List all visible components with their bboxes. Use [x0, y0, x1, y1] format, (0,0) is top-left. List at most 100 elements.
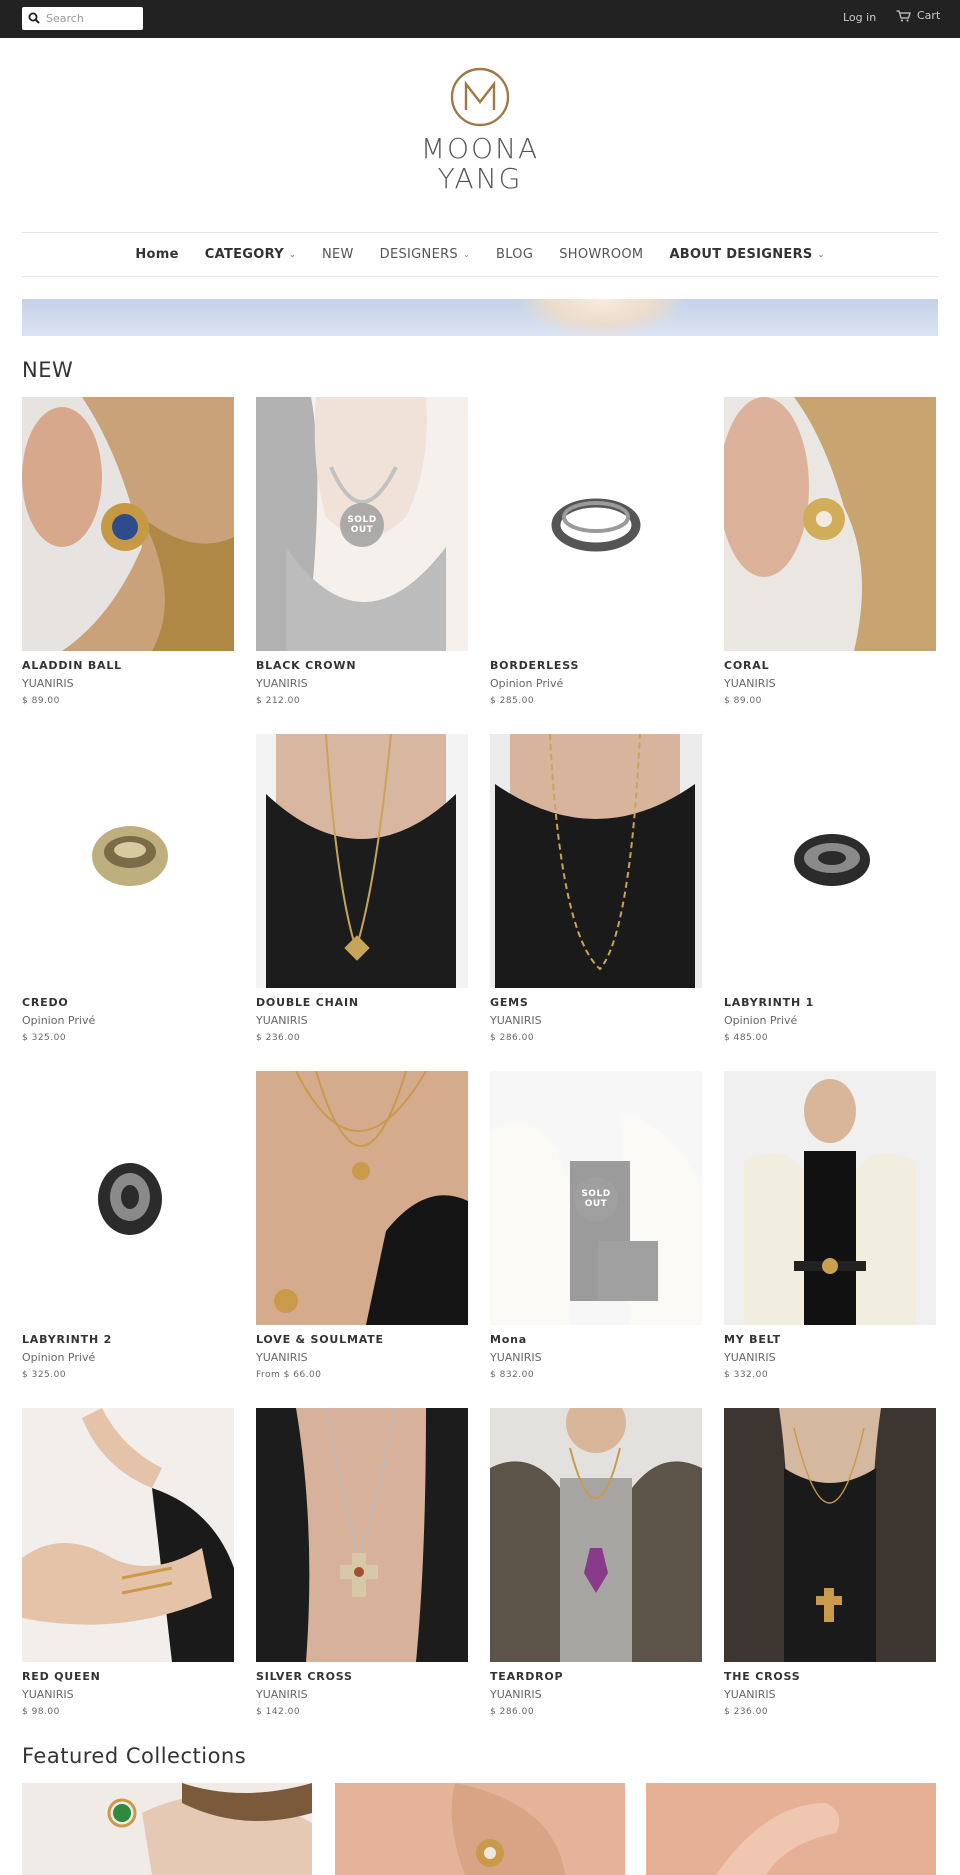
product-vendor: YUANIRIS: [490, 1688, 542, 1701]
product-card[interactable]: MY BELT YUANIRIS $ 332.00: [724, 1071, 936, 1380]
product-card[interactable]: THE CROSS YUANIRIS $ 236.00: [724, 1408, 936, 1717]
product-name[interactable]: CORAL: [724, 659, 936, 672]
collection-card[interactable]: [646, 1783, 936, 1875]
product-name[interactable]: THE CROSS: [724, 1670, 936, 1683]
product-name[interactable]: RED QUEEN: [22, 1670, 234, 1683]
product-image[interactable]: [724, 1408, 936, 1662]
login-link[interactable]: Log in: [843, 11, 876, 24]
cart-icon: [896, 9, 911, 21]
product-card[interactable]: CREDO Opinion Privé $ 325.00: [22, 734, 234, 1043]
product-price: $ 236.00: [724, 1707, 769, 1717]
site-logo[interactable]: MOONA YANG: [380, 66, 580, 206]
product-name[interactable]: BORDERLESS: [490, 659, 702, 672]
search-icon: [28, 12, 40, 24]
product-vendor: YUANIRIS: [724, 1351, 776, 1364]
product-image[interactable]: [490, 397, 702, 651]
main-navigation: Home CATEGORY ⌄ NEW DESIGNERS ⌄ BLOG SHOWR…: [22, 232, 938, 277]
product-name[interactable]: LABYRINTH 1: [724, 996, 936, 1009]
product-vendor: YUANIRIS: [490, 1014, 542, 1027]
product-name[interactable]: MY BELT: [724, 1333, 936, 1346]
product-image[interactable]: SOLD OUT: [256, 397, 468, 651]
product-name[interactable]: TEARDROP: [490, 1670, 702, 1683]
product-image[interactable]: [22, 1071, 234, 1325]
product-vendor: YUANIRIS: [490, 1351, 542, 1364]
product-price: $ 89.00: [724, 696, 762, 706]
collection-card[interactable]: [22, 1783, 312, 1875]
hero-banner[interactable]: [22, 299, 938, 336]
product-card[interactable]: SOLD OUT BLACK CROWN YUANIRIS $ 212.00: [256, 397, 468, 706]
product-name[interactable]: SILVER CROSS: [256, 1670, 468, 1683]
product-name[interactable]: ALADDIN BALL: [22, 659, 234, 672]
nav-item-category[interactable]: CATEGORY ⌄: [205, 247, 296, 262]
product-name[interactable]: DOUBLE CHAIN: [256, 996, 468, 1009]
product-image[interactable]: [490, 1408, 702, 1662]
nav-item-about-designers[interactable]: ABOUT DESIGNERS ⌄: [669, 247, 824, 262]
product-vendor: YUANIRIS: [256, 1014, 308, 1027]
product-image[interactable]: [490, 734, 702, 988]
nav-item-designers[interactable]: DESIGNERS ⌄: [380, 247, 470, 262]
product-vendor: Opinion Privé: [490, 677, 564, 690]
product-vendor: YUANIRIS: [256, 677, 308, 690]
product-image[interactable]: [22, 397, 234, 651]
product-card[interactable]: LABYRINTH 1 Opinion Privé $ 485.00: [724, 734, 936, 1043]
product-price: $ 832.00: [490, 1370, 535, 1380]
top-bar: Log in Cart: [0, 0, 960, 38]
product-image[interactable]: [724, 734, 936, 988]
product-card[interactable]: CORAL YUANIRIS $ 89.00: [724, 397, 936, 706]
product-image[interactable]: [256, 1071, 468, 1325]
product-name[interactable]: LABYRINTH 2: [22, 1333, 234, 1346]
collection-card[interactable]: [335, 1783, 625, 1875]
collection-image: [22, 1783, 312, 1875]
product-price: $ 98.00: [22, 1707, 60, 1717]
product-name[interactable]: LOVE & SOULMATE: [256, 1333, 468, 1346]
product-card[interactable]: LABYRINTH 2 Opinion Privé $ 325.00: [22, 1071, 234, 1380]
logo-monogram-icon: [450, 67, 510, 127]
product-image[interactable]: [724, 1071, 936, 1325]
nav-item-showroom[interactable]: SHOWROOM: [559, 247, 643, 262]
featured-collections-title: Featured Collections: [22, 1744, 247, 1768]
product-name[interactable]: BLACK CROWN: [256, 659, 468, 672]
product-price: From $ 66.00: [256, 1370, 322, 1380]
product-vendor: Opinion Privé: [22, 1014, 96, 1027]
product-price: $ 485.00: [724, 1033, 769, 1043]
product-name[interactable]: Mona: [490, 1333, 702, 1346]
product-vendor: YUANIRIS: [724, 677, 776, 690]
nav-item-new[interactable]: NEW: [322, 247, 354, 262]
product-image[interactable]: [22, 1408, 234, 1662]
product-card[interactable]: GEMS YUANIRIS $ 286.00: [490, 734, 702, 1043]
search-input[interactable]: [46, 9, 138, 28]
product-card[interactable]: BORDERLESS Opinion Privé $ 285.00: [490, 397, 702, 706]
nav-label: BLOG: [495, 247, 534, 262]
product-vendor: YUANIRIS: [724, 1688, 776, 1701]
product-name[interactable]: CREDO: [22, 996, 234, 1009]
product-vendor: YUANIRIS: [256, 1688, 308, 1701]
product-card[interactable]: TEARDROP YUANIRIS $ 286.00: [490, 1408, 702, 1717]
product-name[interactable]: GEMS: [490, 996, 702, 1009]
product-image[interactable]: SOLD OUT: [490, 1071, 702, 1325]
product-card[interactable]: ALADDIN BALL YUANIRIS $ 89.00: [22, 397, 234, 706]
product-price: $ 325.00: [22, 1370, 67, 1380]
nav-item-blog[interactable]: BLOG: [496, 247, 533, 262]
product-price: $ 212.00: [256, 696, 301, 706]
chevron-down-icon: ⌄: [288, 250, 296, 259]
product-card[interactable]: SILVER CROSS YUANIRIS $ 142.00: [256, 1408, 468, 1717]
chevron-down-icon: ⌄: [462, 250, 470, 259]
product-image[interactable]: [22, 734, 234, 988]
nav-item-home[interactable]: Home: [135, 247, 178, 262]
product-image[interactable]: [256, 734, 468, 988]
product-card[interactable]: SOLD OUT Mona YUANIRIS $ 832.00: [490, 1071, 702, 1380]
product-price: $ 236.00: [256, 1033, 301, 1043]
cart-link[interactable]: Cart: [896, 9, 940, 22]
product-card[interactable]: LOVE & SOULMATE YUANIRIS From $ 66.00: [256, 1071, 468, 1380]
product-card[interactable]: RED QUEEN YUANIRIS $ 98.00: [22, 1408, 234, 1717]
product-price: $ 286.00: [490, 1033, 535, 1043]
product-image[interactable]: [724, 397, 936, 651]
product-image[interactable]: [256, 1408, 468, 1662]
product-price: $ 142.00: [256, 1707, 301, 1717]
nav-label: NEW: [321, 247, 354, 262]
sold-out-badge: SOLD OUT: [574, 1177, 618, 1221]
banner-model-image: [522, 299, 682, 336]
product-card[interactable]: DOUBLE CHAIN YUANIRIS $ 236.00: [256, 734, 468, 1043]
search-box[interactable]: [22, 7, 143, 30]
logo-line-1: MOONA: [420, 132, 540, 165]
